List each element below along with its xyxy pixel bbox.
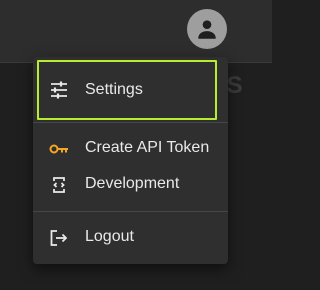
menu-item-label: Logout	[85, 228, 134, 245]
menu-item-label: Settings	[85, 81, 143, 98]
account-circle-icon	[198, 20, 216, 39]
menu-item-logout[interactable]: Logout	[33, 219, 228, 255]
top-bar	[0, 0, 272, 63]
developer-board-icon	[48, 174, 70, 196]
account-dropdown-menu: Settings Create API Token Development Lo…	[33, 57, 228, 264]
account-menu-button[interactable]	[187, 9, 227, 49]
logout-icon	[48, 227, 70, 249]
menu-item-label: Create API Token	[85, 139, 210, 156]
menu-item-create-api-token[interactable]: Create API Token	[33, 130, 228, 166]
menu-item-development[interactable]: Development	[33, 166, 228, 202]
key-icon	[48, 138, 70, 160]
menu-item-settings[interactable]: Settings	[37, 60, 217, 120]
divider	[33, 122, 228, 123]
menu-item-label: Development	[85, 175, 180, 192]
tune-icon	[48, 79, 70, 101]
divider	[33, 211, 228, 212]
